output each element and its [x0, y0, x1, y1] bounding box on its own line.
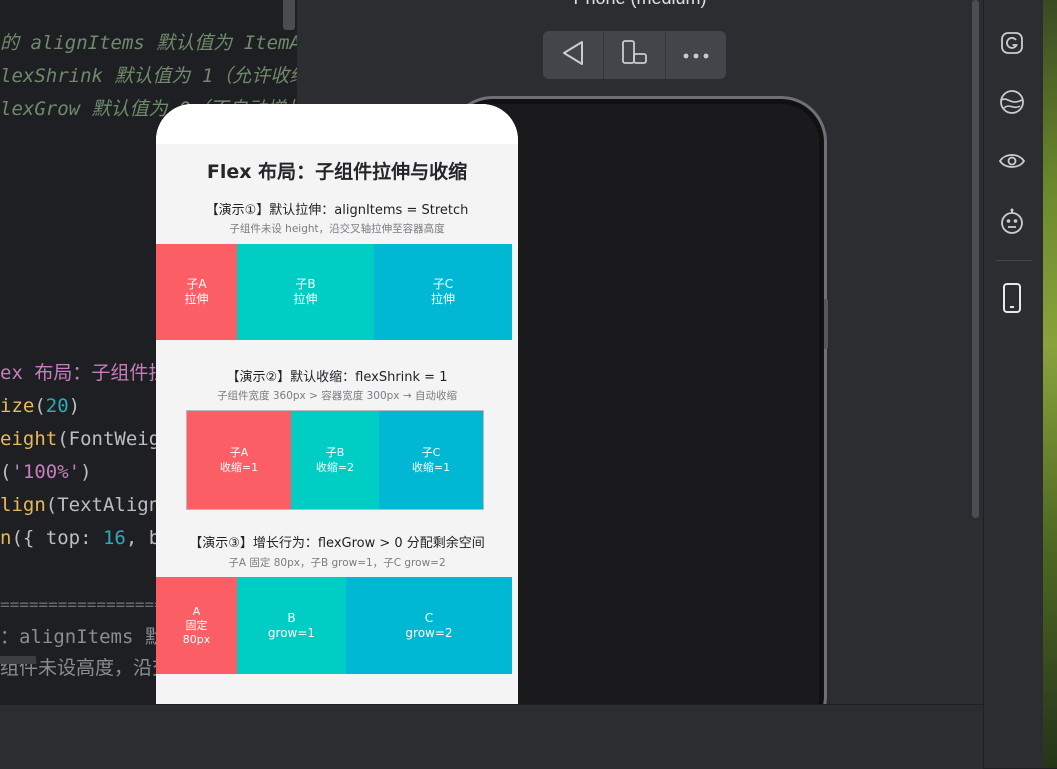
- demo1-box-a: 子A 拉伸: [156, 244, 237, 340]
- code-token: ize: [0, 395, 35, 417]
- demo1-row: 子A 拉伸 子B 拉伸 子C 拉伸: [156, 244, 512, 340]
- phone-screen[interactable]: Flex 布局：子组件拉伸与收缩 【演示①】默认拉伸：alignItems = …: [156, 104, 518, 704]
- demo2-box-b: 子B 收缩=2: [291, 411, 379, 509]
- code-token: 20: [45, 395, 69, 417]
- demo2-box-c: 子C 收缩=1: [379, 411, 483, 509]
- box-label: grow=1: [267, 625, 316, 640]
- eye-icon[interactable]: [997, 146, 1027, 176]
- rotate-button[interactable]: [604, 31, 666, 79]
- editor-horizontal-scrollbar[interactable]: [0, 656, 36, 664]
- box-label: 子B: [295, 277, 316, 291]
- box-label: C: [424, 610, 434, 625]
- demo3-box-a: A 固定 80px: [156, 577, 237, 674]
- more-button[interactable]: [666, 31, 726, 79]
- demo3-heading: 【演示③】增长行为：flexGrow > 0 分配剩余空间: [189, 536, 485, 551]
- rotate-device-icon: [619, 39, 649, 71]
- phone-device-icon[interactable]: [997, 283, 1027, 313]
- preview-vertical-scrollbar[interactable]: [972, 0, 979, 518]
- box-label: 收缩=1: [219, 461, 259, 474]
- code-line: 的 alignItems 默认值为 ItemAlign.Stretch: [0, 31, 297, 55]
- status-bar: [156, 104, 518, 144]
- code-token: 的 alignItems 默认值为 ItemAlign.Stretch: [0, 32, 297, 54]
- box-label: 子A: [229, 446, 249, 459]
- robot-icon[interactable]: [997, 207, 1027, 237]
- code-token: '100%': [11, 461, 81, 483]
- preview-toolbar: [543, 31, 726, 79]
- more-dots-icon: [681, 46, 711, 65]
- code-token: n: [0, 527, 12, 549]
- box-label: 拉伸: [184, 292, 209, 306]
- box-label: 子A: [186, 277, 207, 291]
- demo3-subtitle: 子A 固定 80px，子B grow=1，子C grow=2: [228, 557, 446, 569]
- code-token: ({ top:: [11, 527, 103, 549]
- code-token: ): [68, 395, 81, 417]
- demo1-box-c: 子C 拉伸: [374, 244, 512, 340]
- box-label: 80px: [182, 632, 211, 646]
- code-line: ize(20): [0, 394, 80, 418]
- code-token: (: [0, 461, 12, 483]
- demo3-box-c: C grow=2: [346, 577, 512, 674]
- demo3-box-b: B grow=1: [237, 577, 346, 674]
- code-line: ('100%'): [0, 460, 92, 484]
- box-label: 收缩=1: [411, 461, 451, 474]
- rail-divider: [996, 260, 1032, 261]
- demo2-heading: 【演示②】默认收缩：flexShrink = 1: [226, 370, 448, 385]
- preview-device-title: Phone (medium): [297, 0, 983, 9]
- phone-power-button: [824, 299, 828, 349]
- demo2-box-a: 子A 收缩=1: [187, 411, 291, 509]
- code-token: lexShrink 默认值为 1（允许收缩）: [0, 65, 297, 87]
- box-label: grow=2: [405, 625, 453, 640]
- back-button[interactable]: [543, 31, 605, 79]
- code-token: ): [80, 461, 92, 483]
- box-label: 收缩=2: [315, 461, 355, 474]
- demo1-heading: 【演示①】默认拉伸：alignItems = Stretch: [205, 203, 469, 218]
- box-label: A: [192, 604, 201, 618]
- box-label: 固定: [185, 618, 208, 632]
- code-line: lexShrink 默认值为 1（允许收缩）: [0, 64, 297, 88]
- demo1-box-b: 子B 拉伸: [237, 244, 374, 340]
- demo1-subtitle: 子组件未设 height，沿交叉轴拉伸至容器高度: [229, 223, 445, 235]
- gemini-icon[interactable]: [997, 28, 1027, 58]
- box-label: B: [287, 610, 296, 625]
- box-label: 拉伸: [293, 292, 318, 306]
- editor-vertical-scrollbar[interactable]: [283, 0, 295, 30]
- desktop-wallpaper-edge: [1043, 0, 1057, 768]
- code-token: 16: [102, 527, 126, 549]
- code-token: lign: [0, 494, 46, 516]
- code-token: eight: [0, 428, 58, 450]
- demo2-row: 子A 收缩=1 子B 收缩=2 子C 收缩=1: [186, 410, 484, 510]
- tool-window-rail: [983, 0, 1044, 768]
- box-label: 子C: [421, 446, 441, 459]
- back-triangle-icon: [560, 39, 586, 71]
- bottom-panel: [0, 704, 983, 769]
- demo2-subtitle: 子组件宽度 360px > 容器宽度 300px → 自动收缩: [217, 390, 457, 402]
- box-label: 子C: [432, 277, 454, 291]
- box-label: 拉伸: [430, 292, 455, 306]
- page-title: Flex 布局：子组件拉伸与收缩: [206, 161, 468, 183]
- code-token: (: [34, 395, 46, 417]
- demo3-row: A 固定 80px B grow=1 C grow=2: [156, 577, 512, 674]
- box-label: 子B: [325, 446, 345, 459]
- globe-icon[interactable]: [997, 87, 1027, 117]
